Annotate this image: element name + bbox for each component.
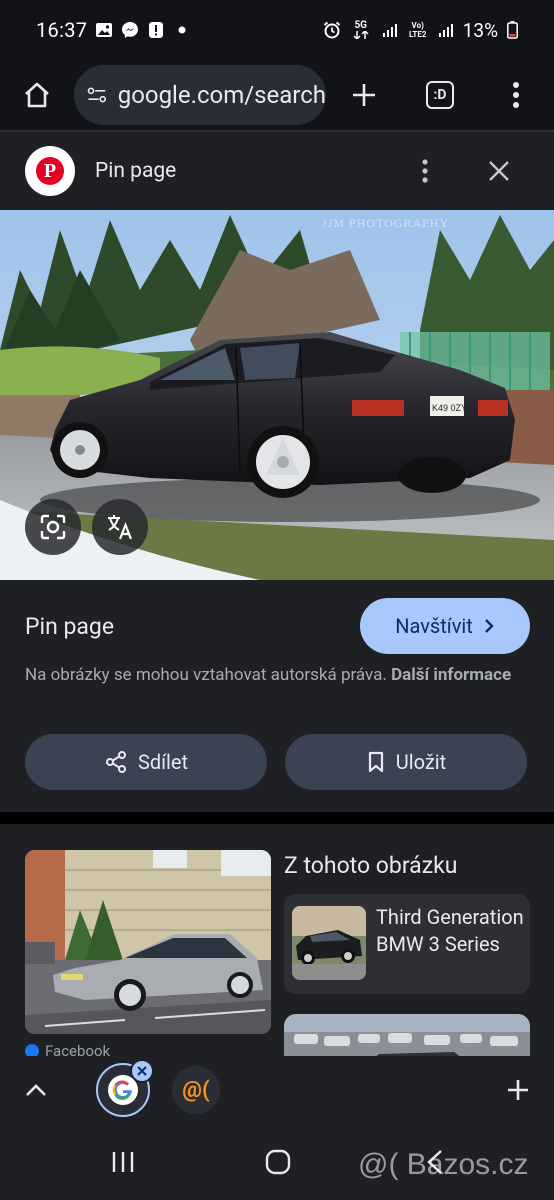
- hero-image[interactable]: K49 0ZY JJM PHOTOGRAPHY: [0, 210, 554, 580]
- related-section-title: Z tohoto obrázku: [284, 852, 458, 879]
- dot-icon: [173, 21, 191, 39]
- result-car-photo: [25, 850, 271, 1034]
- related-card[interactable]: Third Generation BMW 3 Series: [284, 894, 530, 994]
- tab-switcher-button[interactable]: :D: [402, 60, 478, 130]
- recents-icon: [112, 1152, 134, 1172]
- result-source[interactable]: Facebook: [25, 1042, 110, 1056]
- bazos-icon: @(: [182, 1077, 210, 1103]
- status-left: 16:37: [36, 18, 191, 42]
- volte-label: Vo) LTE2: [408, 21, 427, 39]
- chevron-up-icon: [26, 1084, 46, 1096]
- signal2-icon: [437, 21, 455, 39]
- pinterest-icon: P: [36, 157, 64, 185]
- pinterest-logo: P: [25, 146, 75, 196]
- translate-icon: [108, 515, 133, 540]
- url-text: google.com/search: [117, 81, 326, 109]
- site-title: Pin page: [25, 613, 115, 640]
- system-nav-bar: @( Bazos.cz: [0, 1124, 554, 1200]
- panel-close-button[interactable]: [482, 154, 516, 188]
- car-photo: K49 0ZY: [0, 210, 554, 580]
- share-button[interactable]: Sdílet: [25, 734, 267, 790]
- home-circle-icon: [265, 1149, 291, 1175]
- messenger-icon: [121, 21, 139, 39]
- close-icon: [137, 1066, 147, 1076]
- battery-icon: [506, 21, 518, 39]
- image-watermark: JJM PHOTOGRAPHY: [322, 216, 450, 230]
- panel-more-button[interactable]: [408, 154, 442, 188]
- copyright-notice: Na obrázky se mohou vztahovat autorská p…: [25, 662, 525, 688]
- related-label: Third Generation BMW 3 Series: [376, 905, 524, 956]
- chevron-right-icon: [484, 619, 494, 633]
- status-time: 16:37: [36, 18, 88, 42]
- related-card-2[interactable]: [284, 1014, 530, 1056]
- visit-button[interactable]: Navštívit: [360, 598, 530, 654]
- tab-bazos[interactable]: @(: [172, 1066, 220, 1114]
- save-button[interactable]: Uložit: [285, 734, 527, 790]
- volte-icon: Vo) LTE2: [407, 21, 429, 39]
- expand-tabs-button[interactable]: [16, 1070, 56, 1110]
- panel-header: P Pin page: [0, 132, 554, 210]
- results-section: Facebook Z tohoto obrázku Third Generati…: [0, 824, 554, 1056]
- more-vert-icon: [513, 82, 519, 108]
- new-tab-button[interactable]: [326, 60, 402, 130]
- browser-toolbar: google.com/search :D: [0, 60, 554, 130]
- more-info-link[interactable]: Další informace: [391, 665, 511, 685]
- data-5g-icon: 5G: [349, 21, 373, 39]
- network-label: 5G: [354, 20, 367, 31]
- tab-strip: @(: [0, 1056, 554, 1124]
- add-tab-button[interactable]: [498, 1070, 538, 1110]
- recents-button[interactable]: [108, 1148, 138, 1176]
- status-bar: 16:37 5G Vo) LTE2 13%: [0, 0, 554, 60]
- lens-search-button[interactable]: [25, 499, 81, 555]
- bazos-watermark: @( Bazos.cz: [358, 1148, 529, 1181]
- translate-button[interactable]: [92, 499, 148, 555]
- facebook-icon: [25, 1044, 39, 1056]
- plus-icon: [353, 84, 375, 106]
- signal-icon: [381, 21, 399, 39]
- alert-icon: [147, 21, 165, 39]
- copyright-text: Na obrázky se mohou vztahovat autorská p…: [25, 665, 387, 685]
- share-icon: [105, 751, 126, 773]
- status-right: 5G Vo) LTE2 13%: [323, 19, 518, 42]
- tab-close-button[interactable]: [130, 1059, 154, 1083]
- panel-header-title: Pin page: [95, 159, 177, 183]
- visit-label: Navštívit: [395, 614, 473, 638]
- lens-icon: [40, 514, 66, 540]
- parking-lot-photo: [284, 1014, 530, 1056]
- site-settings-icon: [87, 87, 107, 103]
- image-detail-panel: P Pin page K49 0ZY JJM PHOTOGRAPHY Pin p…: [0, 132, 554, 812]
- tab-count: :D: [426, 81, 454, 109]
- svg-text:K49 0ZY: K49 0ZY: [432, 403, 467, 413]
- alarm-icon: [323, 21, 341, 39]
- share-label: Sdílet: [137, 750, 189, 774]
- gallery-icon: [95, 21, 113, 39]
- battery-percent: 13%: [462, 18, 498, 42]
- related-thumbnail: [292, 906, 366, 980]
- bookmark-icon: [368, 751, 383, 773]
- home-icon: [25, 82, 49, 108]
- result-image[interactable]: [25, 850, 271, 1034]
- system-home-button[interactable]: [264, 1148, 292, 1176]
- more-vert-icon: [422, 159, 428, 183]
- menu-button[interactable]: [478, 60, 554, 130]
- save-label: Uložit: [395, 750, 447, 774]
- home-button[interactable]: [0, 60, 74, 130]
- plus-icon: [508, 1080, 528, 1100]
- close-icon: [489, 161, 509, 181]
- url-bar[interactable]: google.com/search: [74, 65, 326, 125]
- result-source-label: Facebook: [45, 1042, 111, 1056]
